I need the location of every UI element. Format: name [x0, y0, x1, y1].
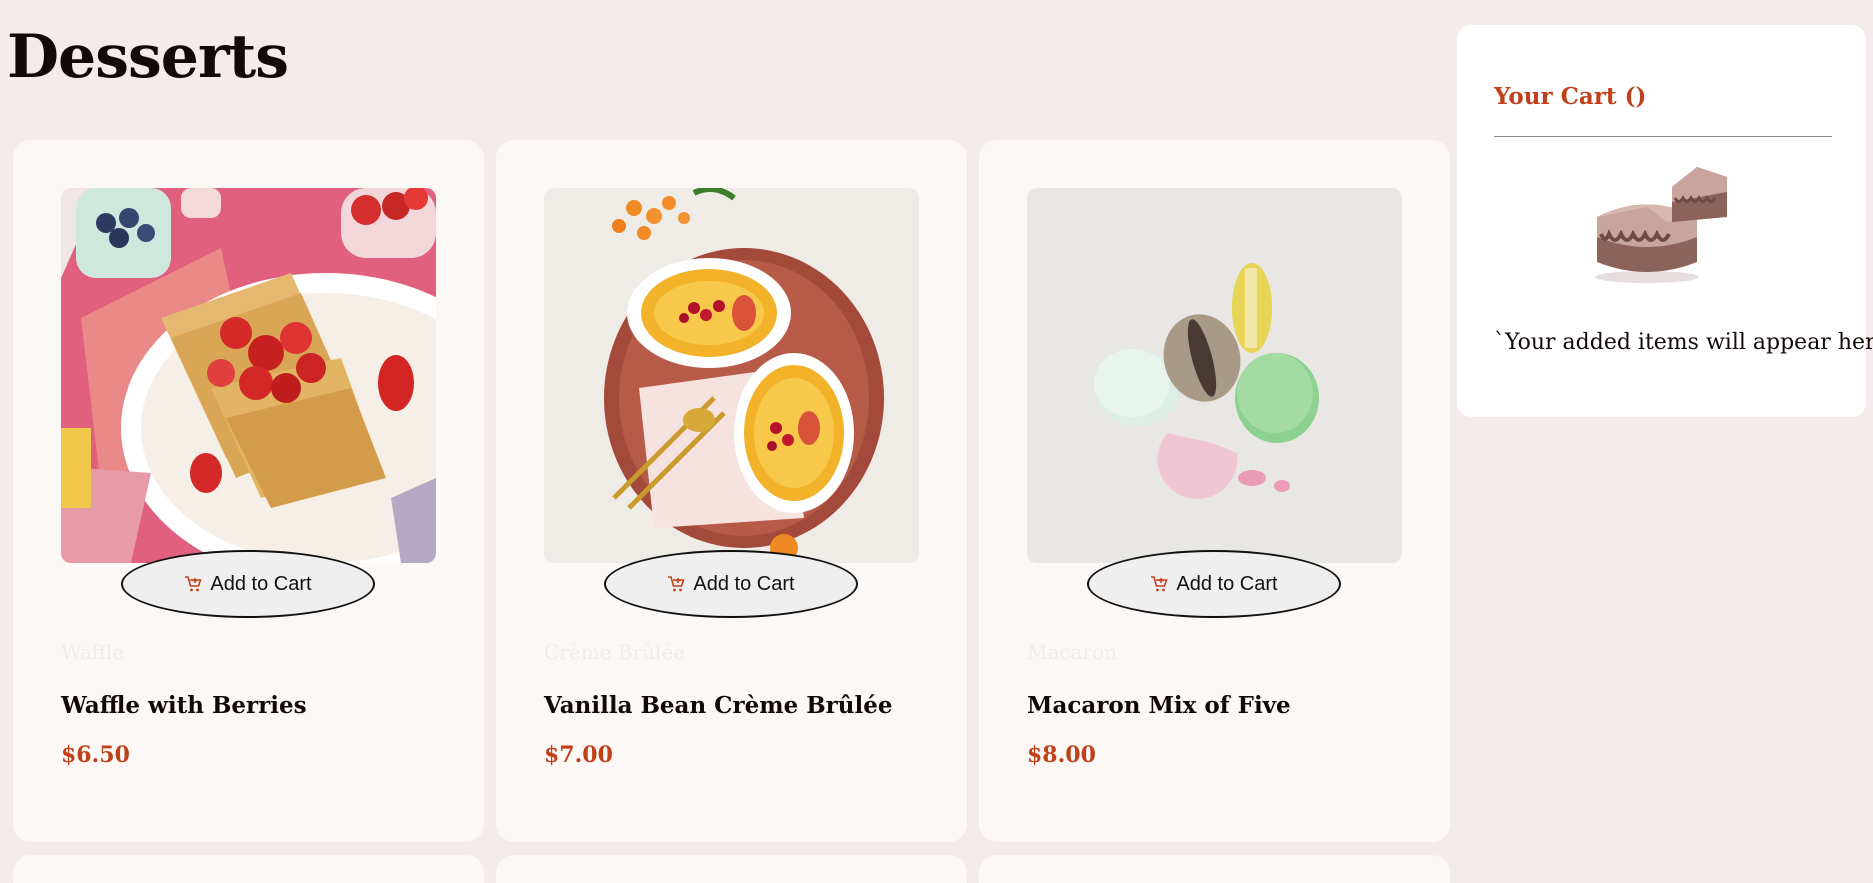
product-category: Macaron	[1027, 640, 1118, 664]
page-title: Desserts	[7, 22, 289, 92]
cart-panel: Your Cart () `Your added items will appe…	[1457, 25, 1873, 417]
product-card: Add to Cart Crème Brûlée Vanilla Bean Cr…	[496, 140, 967, 842]
cart-divider	[1494, 136, 1832, 137]
product-card	[979, 855, 1450, 883]
product-price: $6.50	[61, 742, 130, 768]
product-category: Crème Brûlée	[544, 640, 686, 664]
macaron-image	[1027, 188, 1402, 563]
waffle-image	[61, 188, 436, 563]
cart-plus-icon	[667, 575, 686, 593]
add-to-cart-label: Add to Cart	[693, 572, 795, 595]
product-card: Add to Cart Waffle Waffle with Berries $…	[13, 140, 484, 842]
product-name: Waffle with Berries	[61, 692, 307, 719]
product-card	[13, 855, 484, 883]
add-to-cart-button[interactable]: Add to Cart	[604, 550, 858, 618]
creme-brulee-image	[544, 188, 919, 563]
add-to-cart-label: Add to Cart	[210, 572, 312, 595]
product-card: Add to Cart Macaron Macaron Mix of Five …	[979, 140, 1450, 842]
cart-empty-message: `Your added items will appear here	[1494, 330, 1873, 355]
product-card	[496, 855, 967, 883]
empty-cart-cake-icon	[1587, 162, 1737, 291]
product-price: $7.00	[544, 742, 613, 768]
product-category: Waffle	[61, 640, 125, 664]
add-to-cart-button[interactable]: Add to Cart	[1087, 550, 1341, 618]
cart-title: Your Cart ()	[1494, 83, 1647, 110]
add-to-cart-button[interactable]: Add to Cart	[121, 550, 375, 618]
add-to-cart-label: Add to Cart	[1176, 572, 1278, 595]
product-name: Vanilla Bean Crème Brûlée	[544, 692, 893, 719]
cart-plus-icon	[184, 575, 203, 593]
product-price: $8.00	[1027, 742, 1096, 768]
cart-plus-icon	[1150, 575, 1169, 593]
product-name: Macaron Mix of Five	[1027, 692, 1291, 719]
